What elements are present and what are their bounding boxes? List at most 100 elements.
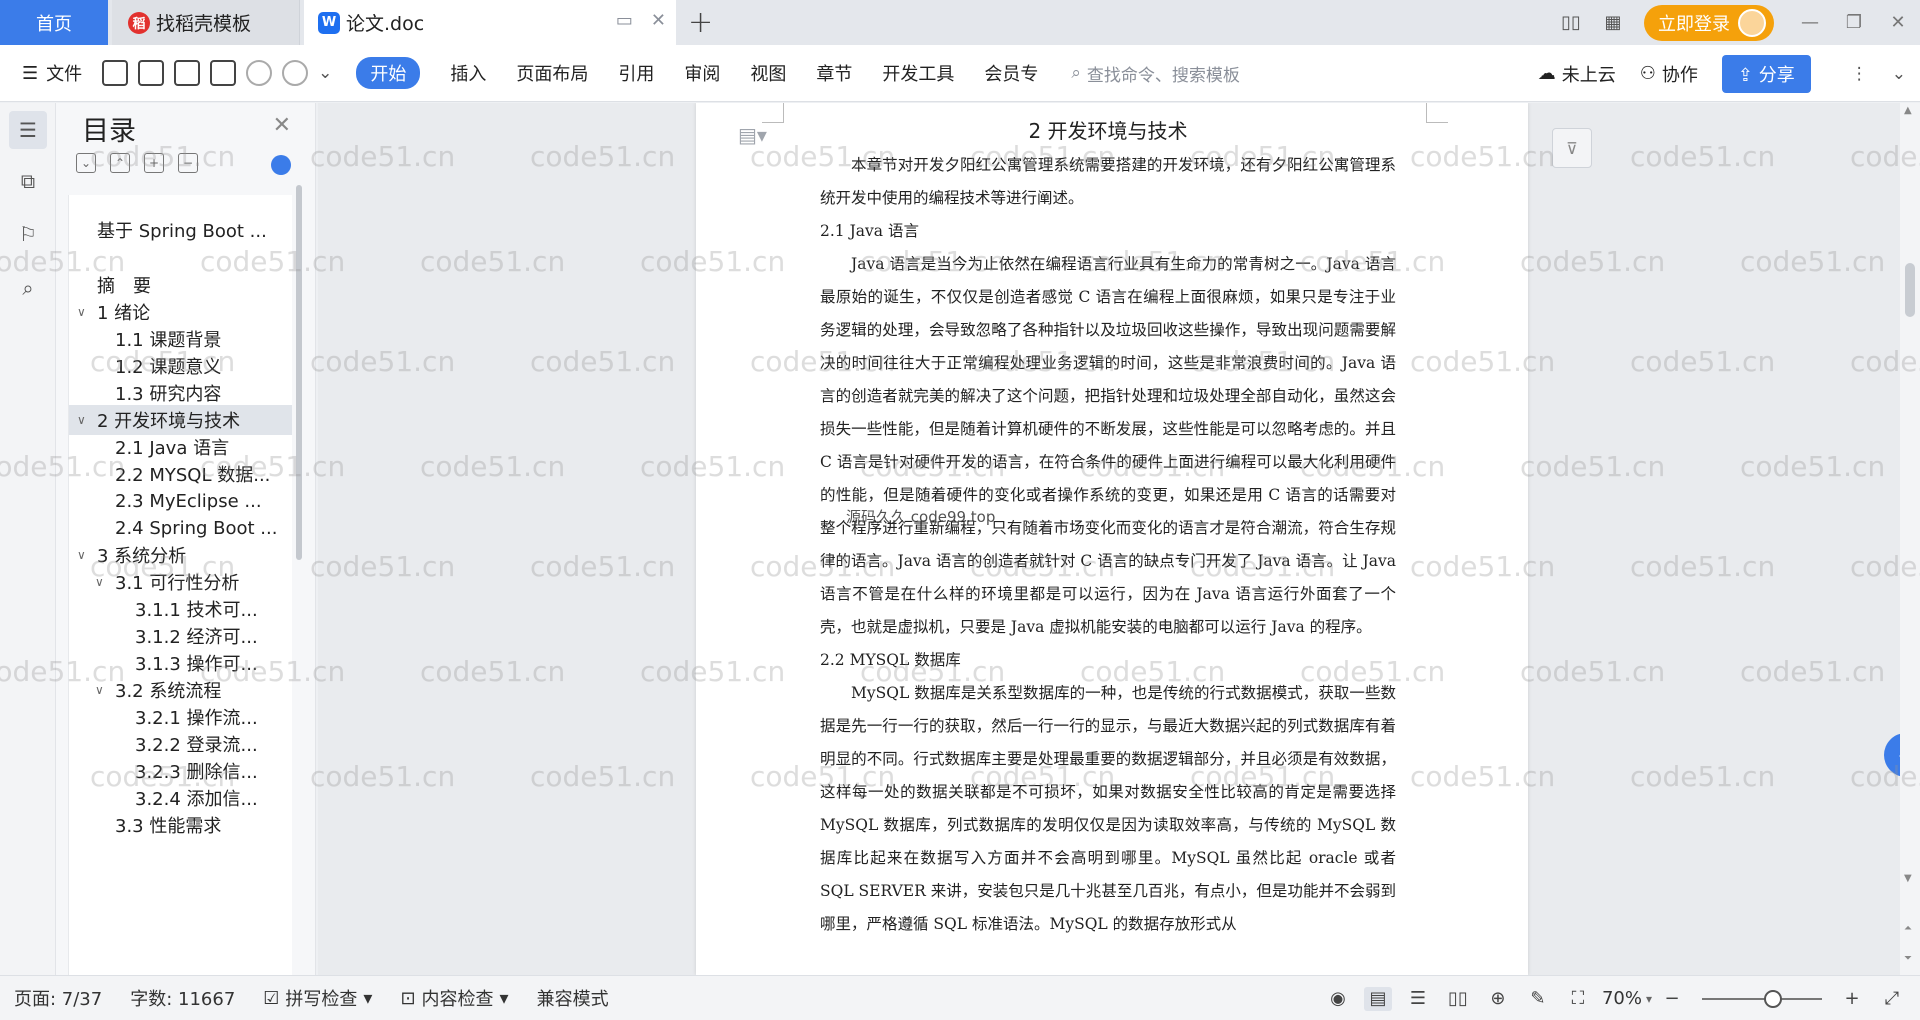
zoom-out-icon[interactable]: − [1658,987,1686,1011]
share-button[interactable]: ⇪ 分享 [1721,54,1811,93]
page-indicator[interactable]: 页面: 7/37 [14,985,102,1011]
find-icon[interactable]: ⌕ [13,273,43,303]
word-count[interactable]: 字数: 11667 [130,985,235,1011]
toc-item[interactable]: 3.1.3 操作可... [69,648,292,678]
toc-item[interactable]: ∨ 3.2 系统流程 [69,675,292,705]
collapse-ribbon-icon[interactable]: ⌄ [1892,64,1906,84]
vertical-scrollbar[interactable]: ▲ ▼ ⏶ ⏷ [1900,103,1920,975]
toc-item[interactable]: ∨ 2 开发环境与技术 [69,405,292,435]
tab-review[interactable]: 审阅 [684,60,720,86]
toc-item[interactable]: 3.2.3 删除信... [69,756,292,786]
collaborate-button[interactable]: ⚇ 协作 [1640,61,1698,87]
tab-references[interactable]: 引用 [618,60,654,86]
scroll-thumb[interactable] [1905,263,1915,317]
minimize-icon[interactable]: — [1788,12,1832,33]
chevron-down-icon[interactable]: ∨ [77,413,91,427]
scroll-up-icon[interactable]: ▲ [1904,105,1912,116]
toc-panel-icon[interactable]: ☰ [9,111,47,149]
zoom-knob[interactable] [1764,989,1782,1008]
fullscreen-icon[interactable]: ⤢ [1878,987,1906,1011]
chevron-down-icon[interactable]: ∨ [95,575,109,589]
add-heading-icon[interactable]: + [144,153,164,173]
apps-grid-icon[interactable]: ▦ [1594,9,1632,37]
close-icon[interactable]: ✕ [273,113,291,138]
bookmark-icon[interactable]: ⚐ [13,219,43,249]
toc-scrollbar[interactable] [296,185,302,560]
close-window-icon[interactable]: ✕ [1876,12,1920,33]
scroll-down-icon[interactable]: ▼ [1904,873,1912,884]
tab-member[interactable]: 会员专 [984,60,1038,86]
command-search[interactable]: ⌕ 查找命令、搜索模板 [1071,61,1240,86]
toc-item[interactable]: ∨ 3 系统分析 [69,540,292,570]
next-page-icon[interactable]: ⏷ [1904,953,1912,964]
write-view-icon[interactable]: ✎ [1524,987,1552,1011]
zoom-slider[interactable] [1702,989,1822,1008]
chevron-down-icon[interactable]: ∨ [95,683,109,697]
reading-view-icon[interactable]: ▯▯ [1444,987,1472,1011]
login-button[interactable]: 立即登录 [1644,4,1774,41]
filter-icon[interactable]: ⊽ [1552,128,1592,168]
tab-home-ribbon[interactable]: 开始 [356,57,421,89]
toc-item[interactable]: 3.1.1 技术可... [69,594,292,624]
toc-item[interactable]: 2.2 MYSQL 数据... [69,459,292,489]
redo-icon[interactable] [282,60,309,86]
close-tab-icon[interactable]: ✕ [651,10,666,31]
page-view-icon[interactable]: ▤ [1363,986,1392,1011]
document-outline-icon[interactable]: ▤▾ [738,123,767,147]
toc-item[interactable]: 3.3 性能需求 [69,810,292,840]
tab-insert[interactable]: 插入 [450,60,486,86]
navigation-icon[interactable]: ⧉ [13,166,43,196]
document-page[interactable]: ▤▾ 2 开发环境与技术 本章节对开发夕阳红公寓管理系统需要搭建的开发环境，还有… [696,103,1528,975]
zoom-level[interactable]: 70% [1602,988,1642,1009]
print-preview-icon[interactable] [210,60,237,86]
fit-page-icon[interactable]: ⛶ [1564,987,1592,1011]
toc-item[interactable]: 3.2.1 操作流... [69,702,292,732]
undo-icon[interactable] [246,60,273,86]
remove-heading-icon[interactable]: − [178,153,198,173]
file-menu[interactable]: ☰ 文件 [22,60,82,86]
outline-view-icon[interactable]: ☰ [1404,987,1432,1011]
tab-docer-templates[interactable]: 稻 找稻壳模板 [112,0,300,45]
toc-item[interactable]: ∨ 3.1 可行性分析 [69,567,292,597]
toc-item[interactable]: 1.1 课题背景 [69,324,292,354]
more-tools-icon[interactable]: ⌄ [318,63,332,83]
ai-assistant-icon[interactable] [271,155,291,175]
tab-home[interactable]: 首页 [0,0,108,45]
more-icon[interactable]: ⋮ [1851,64,1868,84]
cloud-status[interactable]: ☁ 未上云 [1538,61,1616,87]
tab-view[interactable]: 视图 [750,60,786,86]
chevron-down-icon[interactable]: ▾ [1646,992,1652,1006]
restore-icon[interactable]: ❐ [1832,12,1876,33]
toc-item[interactable]: 基于 Spring Boot ... [69,215,292,245]
toc-item[interactable]: 2.3 MyEclipse ... [69,486,292,516]
toc-item[interactable]: 1.2 课题意义 [69,351,292,381]
eye-protection-icon[interactable]: ◉ [1324,987,1352,1011]
spell-check[interactable]: ☑ 拼写检查 ▾ [263,985,372,1011]
screen-icon[interactable]: ▭ [616,10,633,31]
save-icon[interactable] [102,60,129,86]
tab-chapter[interactable]: 章节 [816,60,852,86]
layout-toggle-icon[interactable]: ▯▯ [1552,9,1590,37]
toc-item[interactable]: 摘 要 [69,270,292,300]
toc-item[interactable]: 3.1.2 经济可... [69,621,292,651]
print-icon[interactable] [174,60,201,86]
toc-item[interactable]: ∨ 1 绪论 [69,297,292,327]
collapse-all-icon[interactable]: ⌃ [110,153,130,173]
toc-item[interactable]: 3.2.2 登录流... [69,729,292,759]
toc-item[interactable]: 2.4 Spring Boot ... [69,513,292,543]
tab-document[interactable]: W 论文.doc ▭ ✕ [304,0,676,45]
export-pdf-icon[interactable] [138,60,165,86]
expand-all-icon[interactable]: ⌄ [76,153,96,173]
chevron-down-icon[interactable]: ∨ [77,305,91,319]
tab-page-layout[interactable]: 页面布局 [516,60,588,86]
new-tab-button[interactable]: + [688,5,713,40]
chevron-down-icon[interactable]: ∨ [77,548,91,562]
web-view-icon[interactable]: ⊕ [1484,987,1512,1011]
prev-page-icon[interactable]: ⏶ [1904,923,1912,934]
content-check[interactable]: ⊡ 内容检查 ▾ [400,985,508,1011]
toc-item[interactable]: 3.2.4 添加信... [69,783,292,813]
toc-item[interactable]: 2.1 Java 语言 [69,432,292,462]
zoom-in-icon[interactable]: + [1838,987,1866,1011]
tab-developer[interactable]: 开发工具 [882,60,954,86]
toc-item[interactable]: 1.3 研究内容 [69,378,292,408]
